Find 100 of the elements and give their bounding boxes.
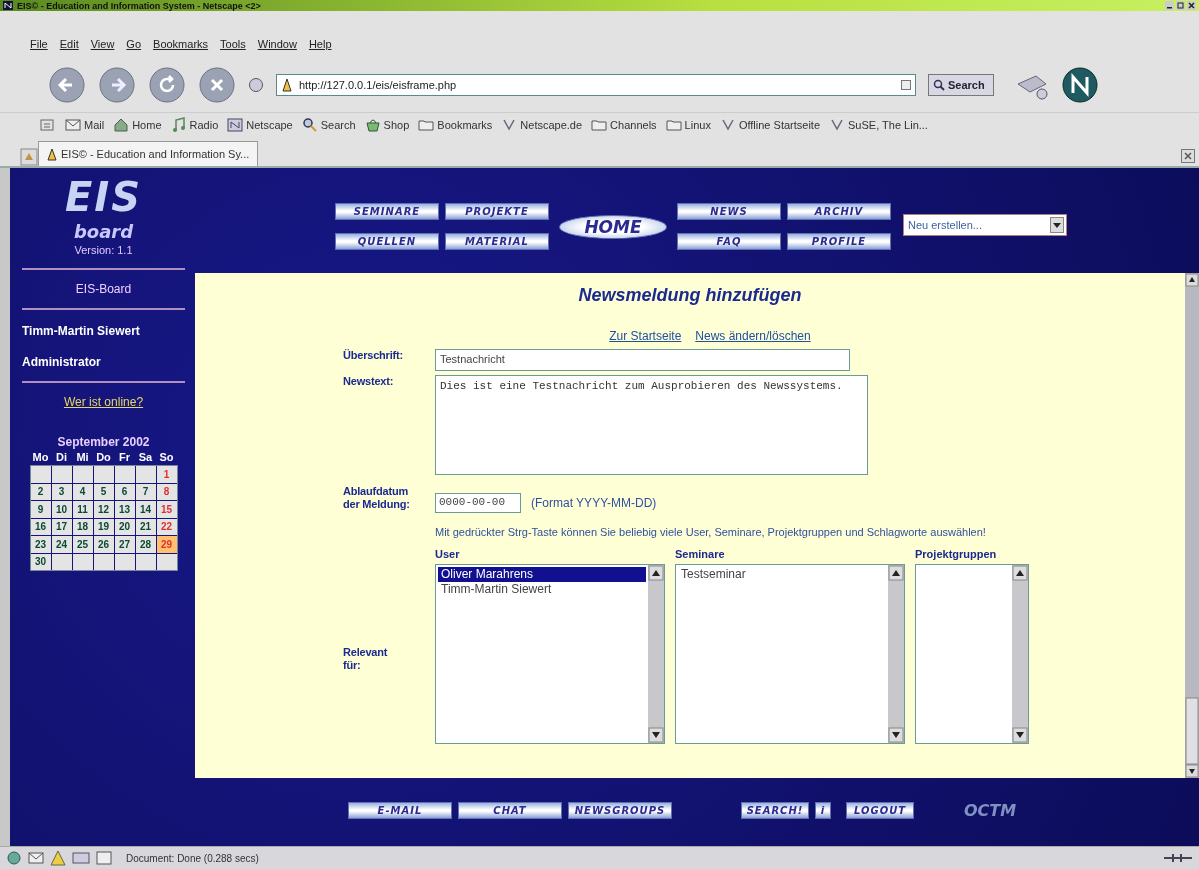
nav-button[interactable]: MATERIAL bbox=[445, 233, 549, 250]
toolbar-link[interactable]: Channels bbox=[591, 117, 657, 133]
toolbar-link[interactable]: Bookmarks bbox=[418, 117, 493, 133]
new-tab-icon[interactable] bbox=[20, 148, 38, 166]
calendar-day[interactable]: 6 bbox=[114, 483, 135, 500]
select-list[interactable]: Testseminar bbox=[675, 564, 905, 744]
calendar-day[interactable]: 25 bbox=[72, 536, 93, 553]
footer-button[interactable]: LOGOUT bbox=[846, 801, 914, 819]
vertical-scrollbar[interactable] bbox=[1185, 273, 1199, 778]
footer-button[interactable]: E-MAIL bbox=[348, 801, 452, 819]
calendar-day[interactable]: 8 bbox=[156, 483, 177, 500]
close-tab-icon[interactable] bbox=[1181, 149, 1195, 163]
menu-item[interactable]: Tools bbox=[220, 38, 246, 50]
mail-icon[interactable] bbox=[28, 850, 44, 866]
calendar-day[interactable]: 9 bbox=[30, 501, 51, 518]
new-item-dropdown[interactable]: Neu erstellen... bbox=[903, 213, 1067, 236]
calendar-day[interactable]: 3 bbox=[51, 483, 72, 500]
chat-icon[interactable] bbox=[72, 850, 90, 866]
menu-item[interactable]: Bookmarks bbox=[153, 38, 209, 50]
nav-button[interactable]: PROJEKTE bbox=[445, 203, 549, 220]
calendar-day[interactable]: 15 bbox=[156, 501, 177, 518]
calendar-day[interactable]: 5 bbox=[93, 483, 114, 500]
calendar-day[interactable]: 4 bbox=[72, 483, 93, 500]
list-scrollbar[interactable] bbox=[1012, 565, 1028, 743]
calendar-day[interactable]: 1 bbox=[156, 466, 177, 483]
list-scrollbar[interactable] bbox=[648, 565, 664, 743]
nav-button[interactable]: NEWS bbox=[677, 203, 781, 220]
menu-item[interactable]: Edit bbox=[59, 38, 79, 50]
calendar-day[interactable]: 16 bbox=[30, 518, 51, 535]
toolbar-link[interactable]: Offline Startseite bbox=[719, 117, 820, 133]
toolbar-link[interactable]: Netscape bbox=[227, 117, 293, 133]
online-link[interactable]: Wer ist online? bbox=[63, 395, 144, 409]
calendar-day[interactable]: 21 bbox=[135, 518, 156, 535]
stop-icon[interactable] bbox=[198, 66, 236, 104]
search-button[interactable]: Search bbox=[928, 74, 994, 96]
menu-item[interactable]: Go bbox=[126, 38, 142, 50]
minimize-icon[interactable] bbox=[1165, 1, 1174, 10]
address-field[interactable]: http://127.0.0.1/eis/eisframe.php bbox=[276, 74, 916, 96]
menu-item[interactable]: Window bbox=[257, 38, 297, 50]
menu-item[interactable]: File bbox=[30, 38, 48, 50]
calendar-day[interactable]: 18 bbox=[72, 518, 93, 535]
nav-button[interactable]: QUELLEN bbox=[335, 233, 439, 250]
footer-button[interactable]: i bbox=[815, 801, 831, 819]
menu-item[interactable]: View bbox=[90, 38, 115, 50]
calendar-day[interactable]: 17 bbox=[51, 518, 72, 535]
menu-item[interactable]: Help bbox=[308, 38, 332, 50]
calendar-day[interactable]: 11 bbox=[72, 501, 93, 518]
calendar-day[interactable]: 30 bbox=[30, 553, 51, 570]
maximize-icon[interactable] bbox=[1176, 1, 1185, 10]
browser-tab[interactable]: EIS© - Education and Information Sy... bbox=[38, 141, 259, 166]
calendar-day[interactable]: 22 bbox=[156, 518, 177, 535]
select-list[interactable]: Oliver Marahrens Timm-Martin Siewert bbox=[435, 564, 665, 744]
toolbar-link[interactable]: Search bbox=[301, 117, 356, 133]
nav-link[interactable]: News ändern/löschen bbox=[695, 329, 811, 343]
news-text-area[interactable]: Dies ist eine Testnachricht zum Ausprobieren des Newssystems. bbox=[435, 375, 868, 475]
home-button[interactable]: HOME bbox=[559, 214, 667, 239]
calendar-day[interactable]: 12 bbox=[93, 501, 114, 518]
select-list[interactable] bbox=[915, 564, 1029, 744]
calendar-day[interactable]: 2 bbox=[30, 483, 51, 500]
calendar-day[interactable]: 26 bbox=[93, 536, 114, 553]
board-link[interactable]: EIS-Board bbox=[75, 282, 132, 296]
calendar-day[interactable]: 13 bbox=[114, 501, 135, 518]
nav-button[interactable]: PROFILE bbox=[787, 233, 891, 250]
nav-button[interactable]: FAQ bbox=[677, 233, 781, 250]
list-option[interactable]: Testseminar bbox=[678, 567, 886, 582]
toolbar-link[interactable]: Mail bbox=[65, 117, 105, 133]
close-icon[interactable] bbox=[1187, 1, 1196, 10]
back-icon[interactable] bbox=[48, 66, 86, 104]
window-icon[interactable] bbox=[96, 850, 112, 866]
home-circle-icon[interactable] bbox=[248, 77, 264, 93]
footer-button[interactable]: SEARCH! bbox=[741, 801, 809, 819]
calendar-day[interactable]: 19 bbox=[93, 518, 114, 535]
toolbar-link[interactable]: Linux bbox=[665, 117, 711, 133]
list-option[interactable]: Oliver Marahrens bbox=[438, 567, 646, 582]
calendar-day[interactable]: 27 bbox=[114, 536, 135, 553]
calendar-day[interactable]: 10 bbox=[51, 501, 72, 518]
navigator-icon[interactable] bbox=[6, 850, 22, 866]
nav-link[interactable]: Zur Startseite bbox=[609, 329, 682, 343]
calendar-day[interactable]: 23 bbox=[30, 536, 51, 553]
list-option[interactable]: Timm-Martin Siewert bbox=[438, 582, 646, 597]
footer-button[interactable]: NEWSGROUPS bbox=[568, 801, 672, 819]
calendar-day[interactable]: 14 bbox=[135, 501, 156, 518]
toolbar-link[interactable]: Netscape.de bbox=[501, 117, 583, 133]
toolbar-link[interactable]: Home bbox=[113, 117, 162, 133]
n-logo-icon[interactable] bbox=[1061, 67, 1098, 103]
list-scrollbar[interactable] bbox=[888, 565, 904, 743]
nav-button[interactable]: SEMINARE bbox=[335, 203, 439, 220]
calendar-day[interactable]: 24 bbox=[51, 536, 72, 553]
dropdown-icon[interactable] bbox=[901, 80, 911, 90]
reload-icon[interactable] bbox=[148, 66, 186, 104]
toolbar-link[interactable]: Radio bbox=[170, 117, 219, 133]
warning-icon[interactable] bbox=[50, 850, 66, 866]
forward-icon[interactable] bbox=[98, 66, 136, 104]
toolbar-link[interactable]: Shop bbox=[364, 117, 410, 133]
date-field[interactable]: 0000-00-00 bbox=[435, 493, 521, 513]
calendar-day[interactable]: 28 bbox=[135, 536, 156, 553]
footer-button[interactable]: CHAT bbox=[458, 801, 562, 819]
bookmarks-menu-icon[interactable] bbox=[40, 118, 56, 132]
nav-button[interactable]: ARCHIV bbox=[787, 203, 891, 220]
toolbar-link[interactable]: SuSE, The Lin... bbox=[829, 117, 928, 133]
